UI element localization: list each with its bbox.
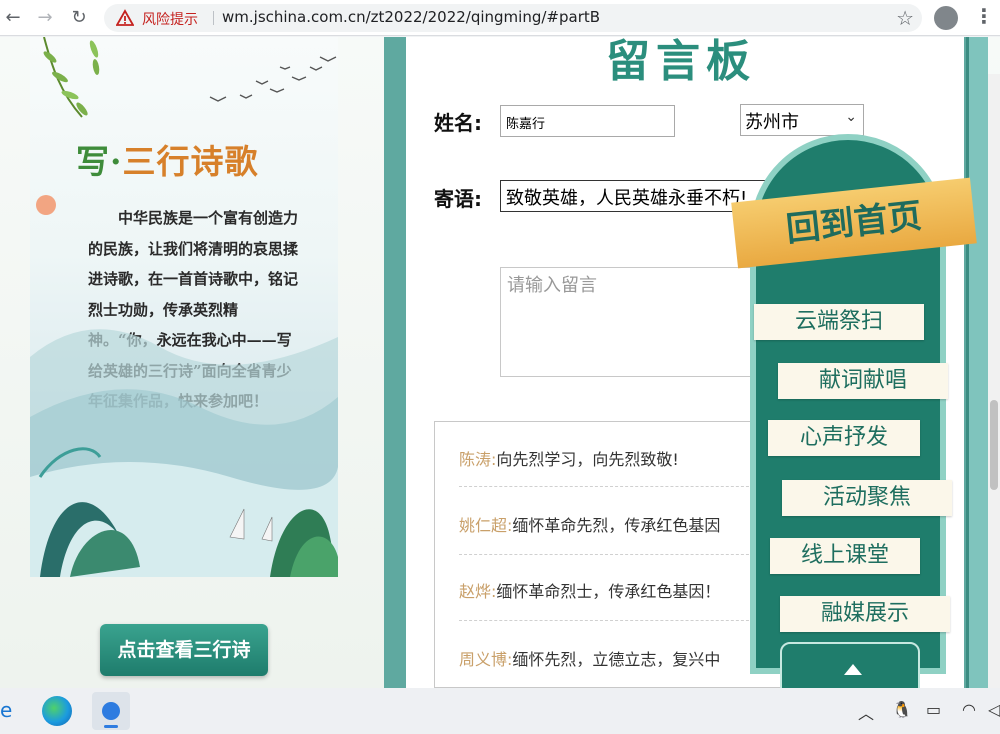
board-frame-right bbox=[966, 37, 988, 688]
nav-item-online-class[interactable]: 线上课堂 bbox=[770, 538, 920, 574]
windows-taskbar: e ︿ 🐧 ▭ ◠ ◁ bbox=[0, 688, 1000, 734]
name-input[interactable]: 陈嘉行 bbox=[500, 105, 675, 137]
board-title: 留言板 bbox=[606, 37, 756, 87]
menu-kebab-icon[interactable]: ⋮ bbox=[974, 4, 994, 28]
nav-item-media-showcase[interactable]: 融媒展示 bbox=[780, 596, 950, 632]
sun-decoration bbox=[36, 195, 56, 215]
nav-item-tribute-songs[interactable]: 献词献唱 bbox=[778, 363, 948, 399]
page-scrollbar[interactable] bbox=[988, 74, 1000, 688]
qq-tray-icon[interactable]: 🐧 bbox=[892, 700, 912, 719]
comment-author: 姚仁超: bbox=[459, 516, 513, 535]
risk-warning-label[interactable]: 风险提示 bbox=[142, 9, 198, 29]
comment-text: 缅怀革命烈士，传承红色基因！ bbox=[496, 582, 721, 601]
comment-divider bbox=[459, 486, 759, 487]
floating-nav: 回到首页 云端祭扫 献词献唱 心声抒发 活动聚焦 线上课堂 融媒展示 bbox=[731, 134, 977, 702]
divider bbox=[213, 11, 214, 25]
warning-icon bbox=[116, 9, 134, 26]
profile-avatar-icon[interactable] bbox=[934, 6, 958, 30]
bookmark-star-icon[interactable]: ☆ bbox=[896, 6, 914, 30]
nav-item-voice-expression[interactable]: 心声抒发 bbox=[768, 420, 920, 456]
arrow-up-icon bbox=[844, 664, 862, 675]
view-poems-button[interactable]: 点击查看三行诗 bbox=[100, 624, 268, 676]
city-select-value: 苏州市 bbox=[745, 112, 799, 133]
message-label: 寄语: bbox=[434, 187, 482, 211]
title-part-2: 三行诗歌 bbox=[122, 142, 259, 181]
reload-icon[interactable]: ↻ bbox=[66, 5, 92, 31]
active-indicator bbox=[104, 725, 118, 728]
battery-icon[interactable]: ▭ bbox=[926, 700, 941, 719]
app-globe-icon bbox=[102, 702, 120, 720]
tray-chevron-up-icon[interactable]: ︿ bbox=[858, 700, 874, 724]
comment-text: 缅怀先烈，立德立志，复兴中 bbox=[512, 650, 721, 669]
comment-text: 向先烈学习，向先烈致敬! bbox=[496, 450, 679, 469]
comment-author: 周义博: bbox=[459, 650, 513, 669]
poem-section-title: 写·三行诗歌 bbox=[76, 135, 259, 183]
nav-item-event-focus[interactable]: 活动聚焦 bbox=[782, 480, 952, 516]
city-select[interactable]: 苏州市 ⌄ bbox=[740, 104, 864, 136]
comment-author: 陈涛: bbox=[459, 450, 497, 469]
poem-intro-panel: 写·三行诗歌 中华民族是一个富有创造力的民族，让我们将清明的哀思揉进诗歌，在一首… bbox=[30, 37, 338, 577]
wifi-icon[interactable]: ◠ bbox=[962, 700, 976, 719]
nav-item-cloud-memorial[interactable]: 云端祭扫 bbox=[754, 304, 924, 340]
edge-partial-icon[interactable]: e bbox=[0, 698, 12, 722]
edge-browser-icon[interactable] bbox=[42, 696, 72, 726]
comment-author: 赵烨: bbox=[459, 582, 497, 601]
landscape-illustration bbox=[30, 329, 338, 577]
title-part-1: 写 bbox=[76, 142, 110, 181]
message-textarea[interactable]: 请输入留言 bbox=[500, 267, 770, 377]
volume-icon[interactable]: ◁ bbox=[988, 700, 1000, 719]
comment-divider bbox=[459, 620, 759, 621]
willow-branch-decoration bbox=[43, 37, 337, 118]
browser-toolbar: ← → ↻ 风险提示 wm.jschina.com.cn/zt2022/2022… bbox=[0, 0, 1000, 36]
comment-divider bbox=[459, 554, 759, 555]
url-text[interactable]: wm.jschina.com.cn/zt2022/2022/qingming/#… bbox=[222, 8, 600, 26]
scrollbar-thumb[interactable] bbox=[990, 400, 998, 490]
forward-icon[interactable]: → bbox=[32, 5, 58, 31]
name-label: 姓名: bbox=[434, 111, 482, 135]
active-app-icon[interactable] bbox=[92, 692, 130, 730]
back-icon[interactable]: ← bbox=[0, 5, 26, 31]
title-dot: · bbox=[110, 142, 123, 181]
address-bar[interactable]: 风险提示 wm.jschina.com.cn/zt2022/2022/qingm… bbox=[104, 4, 922, 32]
comment-text: 缅怀革命先烈，传承红色基因 bbox=[512, 516, 721, 535]
chevron-down-icon: ⌄ bbox=[845, 109, 857, 125]
